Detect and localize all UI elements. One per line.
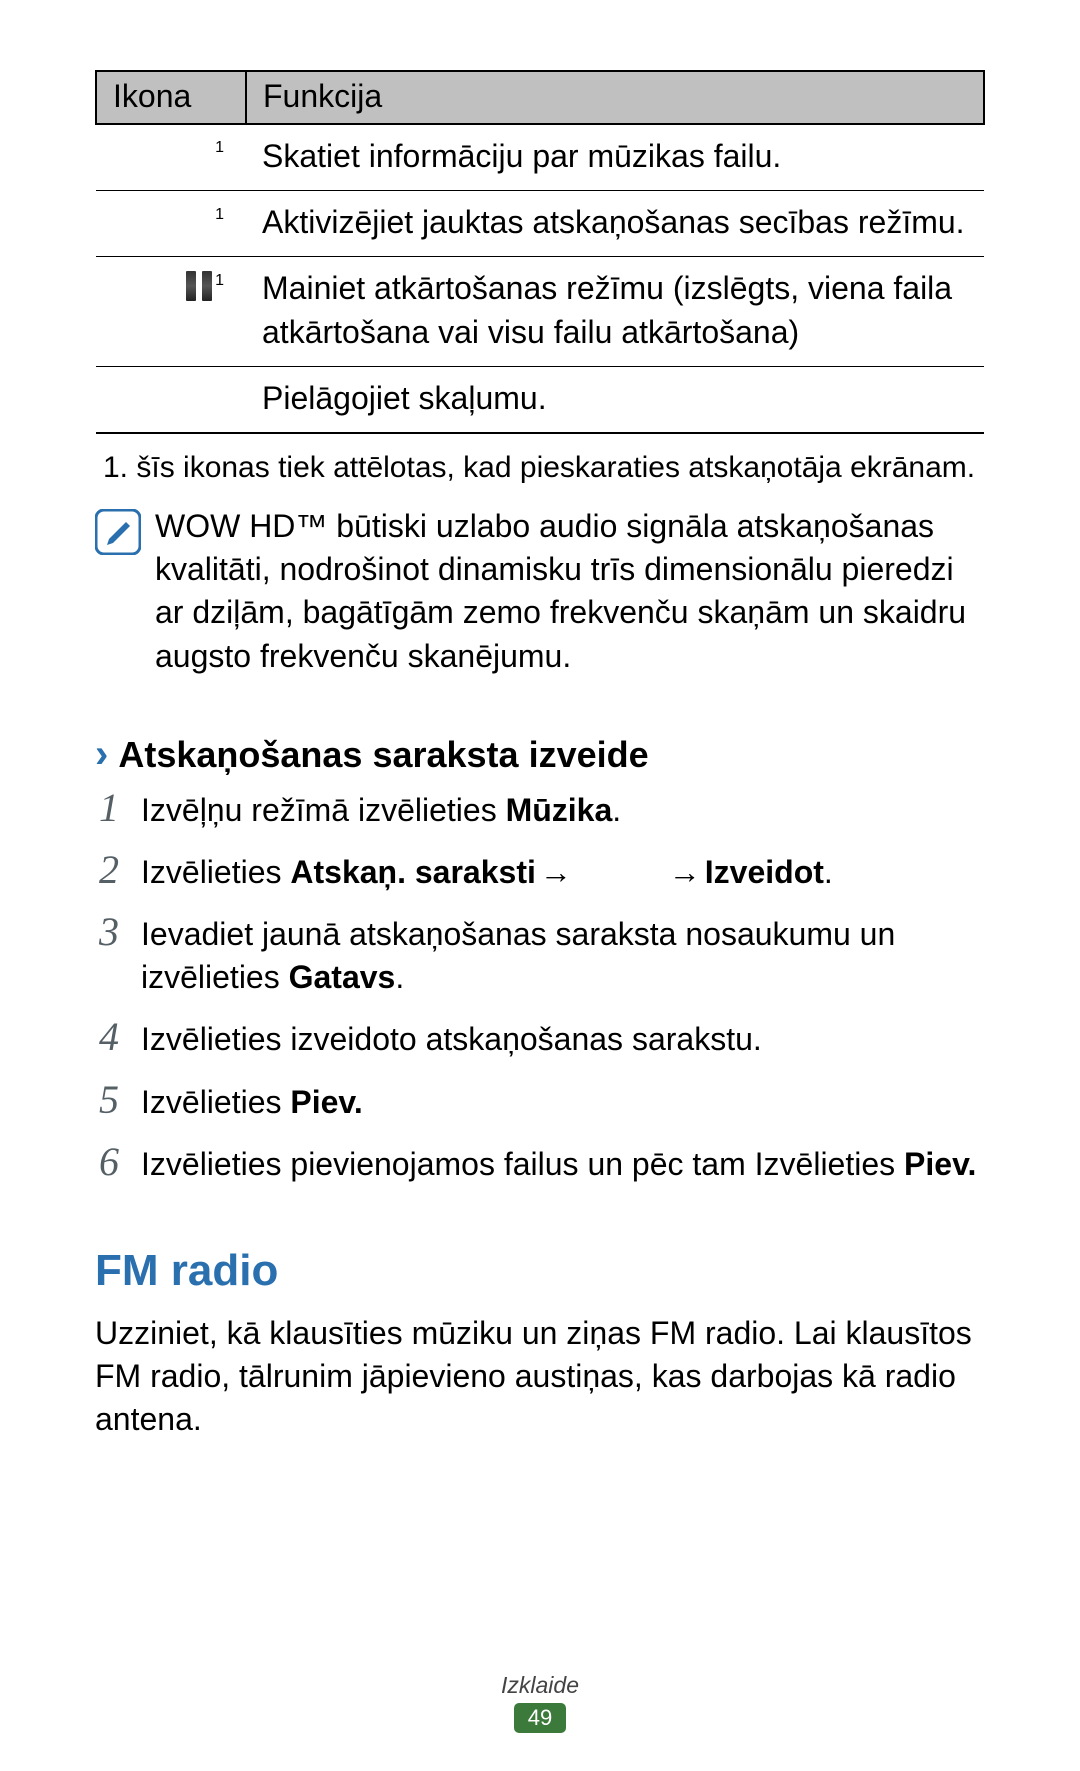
section-heading-fm-radio: FM radio bbox=[95, 1246, 985, 1296]
table-icon-cell: 1 bbox=[96, 257, 246, 366]
step-text: Ievadiet jaunā atskaņošanas saraksta nos… bbox=[141, 913, 985, 999]
table-row: 1 Aktivizējiet jauktas atskaņošanas secī… bbox=[96, 191, 984, 257]
step-number: 4 bbox=[95, 1017, 123, 1057]
note-icon bbox=[95, 509, 141, 555]
step-number: 5 bbox=[95, 1080, 123, 1120]
footer-category: Izklaide bbox=[0, 1672, 1080, 1699]
footnote-ref: 1 bbox=[215, 206, 224, 223]
step-text: Izvēlieties Piev. bbox=[141, 1081, 363, 1124]
sub-heading-title: Atskaņošanas saraksta izveide bbox=[118, 734, 648, 776]
step-number: 6 bbox=[95, 1142, 123, 1182]
step-text: Izvēlieties izveidoto atskaņošanas sarak… bbox=[141, 1018, 762, 1061]
table-func-cell: Skatiet informāciju par mūzikas failu. bbox=[246, 124, 984, 191]
step-item: 2 Izvēlieties Atskaņ. saraksti → → Izvei… bbox=[95, 850, 985, 894]
table-row: 1 Mainiet atkārtošanas režīmu (izslēgts,… bbox=[96, 257, 984, 366]
step-item: 6 Izvēlieties pievienojamos failus un pē… bbox=[95, 1142, 985, 1186]
page-number-badge: 49 bbox=[514, 1703, 566, 1733]
step-text: Izvēlieties Atskaņ. saraksti → → Izveido… bbox=[141, 851, 833, 894]
steps-list: 1 Izvēļņu režīmā izvēlieties Mūzika. 2 I… bbox=[95, 788, 985, 1186]
footnote-ref: 1 bbox=[215, 272, 224, 289]
table-icon-cell: 1 bbox=[96, 124, 246, 191]
table-header-function: Funkcija bbox=[246, 71, 984, 124]
footnote-text: 1. šīs ikonas tiek attēlotas, kad pieska… bbox=[95, 448, 985, 487]
table-func-cell: Mainiet atkārtošanas režīmu (izslēgts, v… bbox=[246, 257, 984, 366]
chevron-icon: › bbox=[95, 734, 108, 774]
page-footer: Izklaide 49 bbox=[0, 1672, 1080, 1733]
step-text: Izvēļņu režīmā izvēlieties Mūzika. bbox=[141, 789, 621, 832]
page: Ikona Funkcija 1 Skatiet informāciju par… bbox=[0, 0, 1080, 1771]
note-block: WOW HD™ būtiski uzlabo audio signāla ats… bbox=[95, 505, 985, 678]
pause-icon bbox=[183, 269, 215, 312]
step-number: 3 bbox=[95, 912, 123, 952]
table-func-cell: Pielāgojiet skaļumu. bbox=[246, 366, 984, 433]
icon-function-table: Ikona Funkcija 1 Skatiet informāciju par… bbox=[95, 70, 985, 434]
sub-heading: › Atskaņošanas saraksta izveide bbox=[95, 734, 985, 776]
step-item: 5 Izvēlieties Piev. bbox=[95, 1080, 985, 1124]
table-row: 1 Skatiet informāciju par mūzikas failu. bbox=[96, 124, 984, 191]
table-icon-cell: 1 bbox=[96, 191, 246, 257]
table-func-cell: Aktivizējiet jauktas atskaņošanas secība… bbox=[246, 191, 984, 257]
step-text: Izvēlieties pievienojamos failus un pēc … bbox=[141, 1143, 976, 1186]
step-number: 1 bbox=[95, 788, 123, 828]
note-text: WOW HD™ būtiski uzlabo audio signāla ats… bbox=[155, 505, 985, 678]
table-row: Pielāgojiet skaļumu. bbox=[96, 366, 984, 433]
step-item: 3 Ievadiet jaunā atskaņošanas saraksta n… bbox=[95, 912, 985, 999]
step-item: 4 Izvēlieties izveidoto atskaņošanas sar… bbox=[95, 1017, 985, 1061]
footnote-ref: 1 bbox=[215, 139, 224, 156]
fm-radio-paragraph: Uzziniet, kā klausīties mūziku un ziņas … bbox=[95, 1312, 985, 1442]
step-number: 2 bbox=[95, 850, 123, 890]
table-icon-cell bbox=[96, 366, 246, 433]
table-header-icon: Ikona bbox=[96, 71, 246, 124]
step-item: 1 Izvēļņu režīmā izvēlieties Mūzika. bbox=[95, 788, 985, 832]
